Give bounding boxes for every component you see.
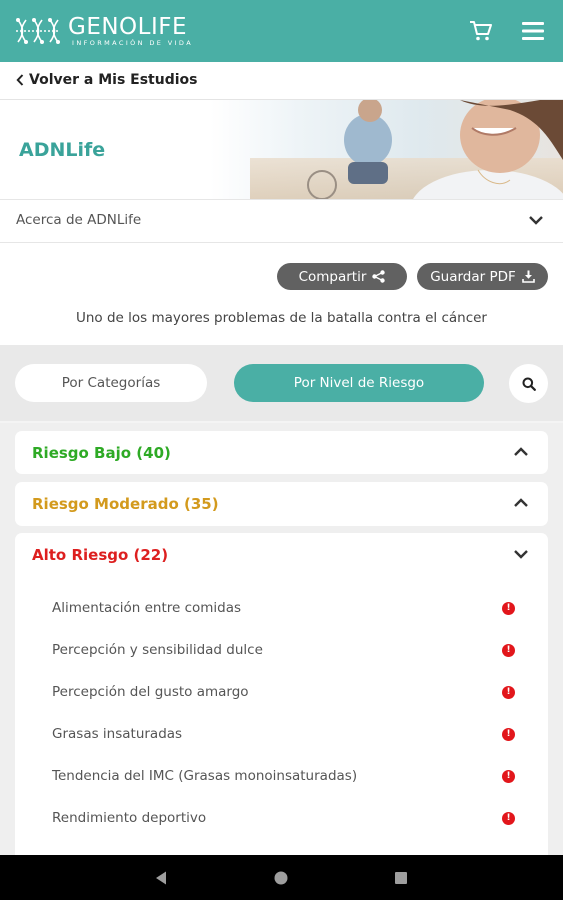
chevron-up-icon: [514, 447, 528, 456]
logo-text: GENOLIFE INFORMACIÓN DE VIDA: [68, 15, 193, 47]
nav-back-icon: [156, 871, 166, 885]
study-hero: ADNLife: [0, 100, 563, 199]
back-to-studies-link[interactable]: Volver a Mis Estudios: [16, 72, 197, 88]
alert-icon: !: [502, 770, 515, 783]
nav-recents-button[interactable]: [392, 869, 410, 887]
risk-group-moderate[interactable]: Riesgo Moderado (35): [15, 482, 548, 526]
nav-back-button[interactable]: [152, 869, 170, 887]
cart-icon: [470, 21, 492, 41]
risk-group-low[interactable]: Riesgo Bajo (40): [15, 431, 548, 474]
system-nav-bar: [0, 855, 563, 900]
tab-by-category[interactable]: Por Categorías: [15, 364, 207, 402]
share-button[interactable]: Compartir: [277, 263, 407, 290]
risk-group-low-title: Riesgo Bajo (40): [32, 444, 171, 462]
actions-panel: Compartir Guardar PDF Uno de los mayores…: [0, 243, 563, 345]
list-item-label: Alimentación entre comidas: [52, 600, 242, 616]
alert-icon: !: [502, 686, 515, 699]
filter-bar: Por Categorías Por Nivel de Riesgo: [0, 345, 563, 421]
menu-icon: [522, 22, 544, 40]
about-accordion[interactable]: Acerca de ADNLife: [0, 199, 563, 243]
study-title: ADNLife: [19, 139, 106, 161]
alert-icon: !: [502, 728, 515, 741]
alert-icon: !: [502, 812, 515, 825]
save-pdf-button[interactable]: Guardar PDF: [417, 263, 548, 290]
app-header: GENOLIFE INFORMACIÓN DE VIDA: [0, 0, 563, 62]
list-item-label: Percepción y sensibilidad dulce: [52, 642, 263, 658]
list-item[interactable]: Percepción del gusto amargo !: [15, 669, 548, 711]
list-item-label: Grasas insaturadas: [52, 726, 183, 742]
back-label: Volver a Mis Estudios: [29, 72, 198, 88]
risk-group-high-title[interactable]: Alto Riesgo (22): [32, 546, 168, 564]
chevron-down-icon[interactable]: [513, 547, 529, 561]
list-item[interactable]: Grasas insaturadas !: [15, 711, 548, 753]
list-item[interactable]: Alimentación entre comidas !: [15, 585, 548, 627]
brand-name: GENOLIFE: [68, 14, 188, 40]
cart-button[interactable]: [466, 16, 496, 46]
nav-recents-icon: [395, 872, 407, 884]
alert-icon: !: [502, 644, 515, 657]
back-bar: Volver a Mis Estudios: [0, 62, 563, 100]
search-button[interactable]: [509, 364, 548, 403]
nav-home-icon: [274, 871, 288, 885]
risk-group-high: Alto Riesgo (22) Alimentación entre comi…: [15, 533, 548, 873]
save-pdf-label: Guardar PDF: [430, 268, 516, 285]
share-icon: [372, 270, 386, 283]
intro-text: Uno de los mayores problemas de la batal…: [76, 310, 487, 326]
tab-by-risk-level[interactable]: Por Nivel de Riesgo: [234, 364, 484, 402]
risk-group-moderate-title: Riesgo Moderado (35): [32, 495, 219, 513]
chevron-down-icon: [529, 216, 543, 225]
menu-button[interactable]: [518, 16, 548, 46]
genolife-logo[interactable]: GENOLIFE INFORMACIÓN DE VIDA: [14, 14, 193, 48]
high-risk-list: Alimentación entre comidas ! Percepción …: [15, 585, 548, 837]
about-label: Acerca de ADNLife: [16, 212, 142, 228]
list-item[interactable]: Percepción y sensibilidad dulce !: [15, 627, 548, 669]
list-item-label: Rendimiento deportivo: [52, 810, 207, 826]
search-icon: [522, 377, 536, 391]
list-item[interactable]: Tendencia del IMC (Grasas monoinsaturada…: [15, 753, 548, 795]
share-label: Compartir: [298, 268, 367, 285]
chevron-left-icon: [16, 74, 24, 86]
divider: [0, 421, 563, 423]
list-item-label: Tendencia del IMC (Grasas monoinsaturada…: [52, 768, 358, 784]
hero-photo: [210, 100, 563, 199]
download-icon: [521, 270, 535, 283]
alert-icon: !: [502, 602, 515, 615]
list-item[interactable]: Rendimiento deportivo !: [15, 795, 548, 837]
list-item-label: Percepción del gusto amargo: [52, 684, 249, 700]
chevron-up-icon: [514, 498, 528, 507]
nav-home-button[interactable]: [272, 869, 290, 887]
brand-tagline: INFORMACIÓN DE VIDA: [72, 39, 194, 47]
dna-logo-icon: [16, 18, 60, 44]
